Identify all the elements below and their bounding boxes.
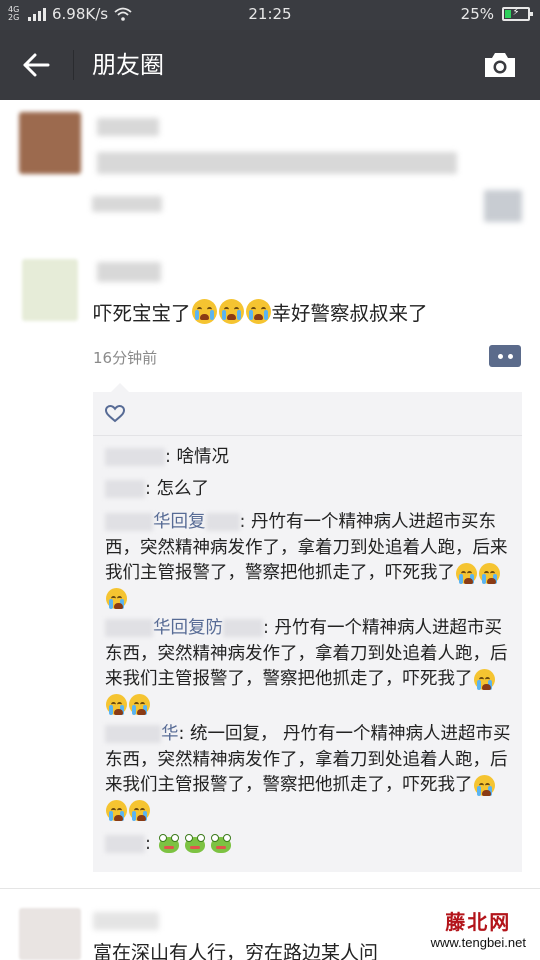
post-text-blurred [97, 152, 457, 174]
crying-emoji-icon [191, 299, 217, 324]
crying-emoji-icon [479, 562, 500, 584]
commenter-name-blurred[interactable] [105, 480, 145, 498]
back-button[interactable] [18, 48, 54, 82]
reply-target-blurred[interactable] [223, 619, 263, 637]
commenter-name-blurred[interactable] [105, 725, 161, 743]
post-time: 16分钟前 [93, 349, 158, 367]
crying-emoji-icon [106, 588, 127, 609]
avatar[interactable] [19, 112, 81, 174]
status-time: 21:25 [248, 5, 292, 23]
heart-icon[interactable] [105, 405, 125, 423]
watermark-url: www.tengbei.net [430, 935, 526, 950]
crying-emoji-icon [218, 299, 244, 324]
reply-label[interactable]: 华回复 [153, 512, 206, 532]
frog-emoji-icon [184, 834, 206, 854]
crying-emoji-icon [456, 562, 477, 584]
reply-label[interactable]: 华回复防 [153, 618, 223, 638]
comment-text: : [145, 834, 151, 854]
post-text: 吓死宝宝了 幸好警察叔叔来了 [93, 297, 428, 326]
crying-emoji-icon [473, 774, 495, 796]
post-time-blurred [92, 196, 162, 212]
avatar[interactable] [19, 908, 81, 960]
battery-percent: 25% [460, 5, 494, 23]
reply-target-blurred[interactable] [205, 513, 240, 531]
crying-emoji-icon [106, 694, 127, 715]
camera-button[interactable] [482, 50, 518, 80]
comment-item[interactable]: : 啥情况 [105, 445, 515, 471]
arrow-left-icon [23, 53, 50, 77]
commenter-name-blurred[interactable] [105, 448, 165, 466]
battery-icon: ⚡ [502, 7, 533, 21]
comment-item[interactable]: : [105, 832, 515, 858]
commenter-name-blurred[interactable] [105, 835, 145, 853]
comment-text: : 啥情况 [165, 447, 229, 467]
crying-emoji-icon [245, 299, 271, 324]
comment-item[interactable]: 华回复防: 丹竹有一个精神病人进超市买东西，突然精神病发作了，拿着刀到处追着人跑… [105, 616, 515, 718]
commenter-name-blurred[interactable] [105, 513, 153, 531]
post-image-blurred[interactable] [484, 190, 522, 222]
watermark: 藤北网 www.tengbei.net [431, 906, 526, 950]
crying-emoji-icon [129, 800, 150, 821]
watermark-logo: 藤北网 [445, 910, 512, 934]
crying-emoji-icon [473, 668, 495, 690]
author-name-blurred[interactable] [97, 118, 159, 136]
comment-more-button[interactable] [489, 345, 521, 367]
comments-panel: : 啥情况 : 怎么了 华回复: 丹竹有一个精神病人进超市买东西，突然精神病发作… [93, 383, 522, 872]
like-row [93, 392, 522, 436]
post-text-part: 吓死宝宝了 [93, 302, 191, 325]
crying-emoji-icon [106, 800, 127, 821]
comment-text: : 怎么了 [145, 479, 209, 499]
comment-item[interactable]: 华回复: 丹竹有一个精神病人进超市买东西，突然精神病发作了，拿着刀到处追着人跑，… [105, 510, 515, 612]
post-text: 富在深山有人行，穷在路边某人问 [93, 942, 379, 960]
comment-item[interactable]: : 怎么了 [105, 477, 515, 503]
frog-emoji-icon [158, 834, 180, 854]
post-text-part: 幸好警察叔叔来了 [271, 302, 428, 325]
frog-emoji-icon [210, 834, 232, 854]
status-bar: 4G 2G 6.98K/s 21:25 25% ⚡ [0, 0, 540, 30]
commenter-name[interactable]: 华 [161, 724, 179, 744]
title-bar: 朋友圈 [0, 30, 540, 100]
comment-item[interactable]: 华: 统一回复， 丹竹有一个精神病人进超市买东西，突然精神病发作了，拿着刀到处追… [105, 722, 515, 824]
crying-emoji-icon [129, 694, 150, 715]
author-name-blurred[interactable] [93, 912, 159, 930]
post-divider [0, 888, 540, 889]
title-divider [73, 50, 74, 80]
avatar[interactable] [22, 259, 78, 321]
page-title: 朋友圈 [92, 51, 164, 79]
camera-icon [485, 53, 515, 77]
commenter-name-blurred[interactable] [105, 619, 153, 637]
author-name-blurred[interactable] [97, 262, 161, 282]
